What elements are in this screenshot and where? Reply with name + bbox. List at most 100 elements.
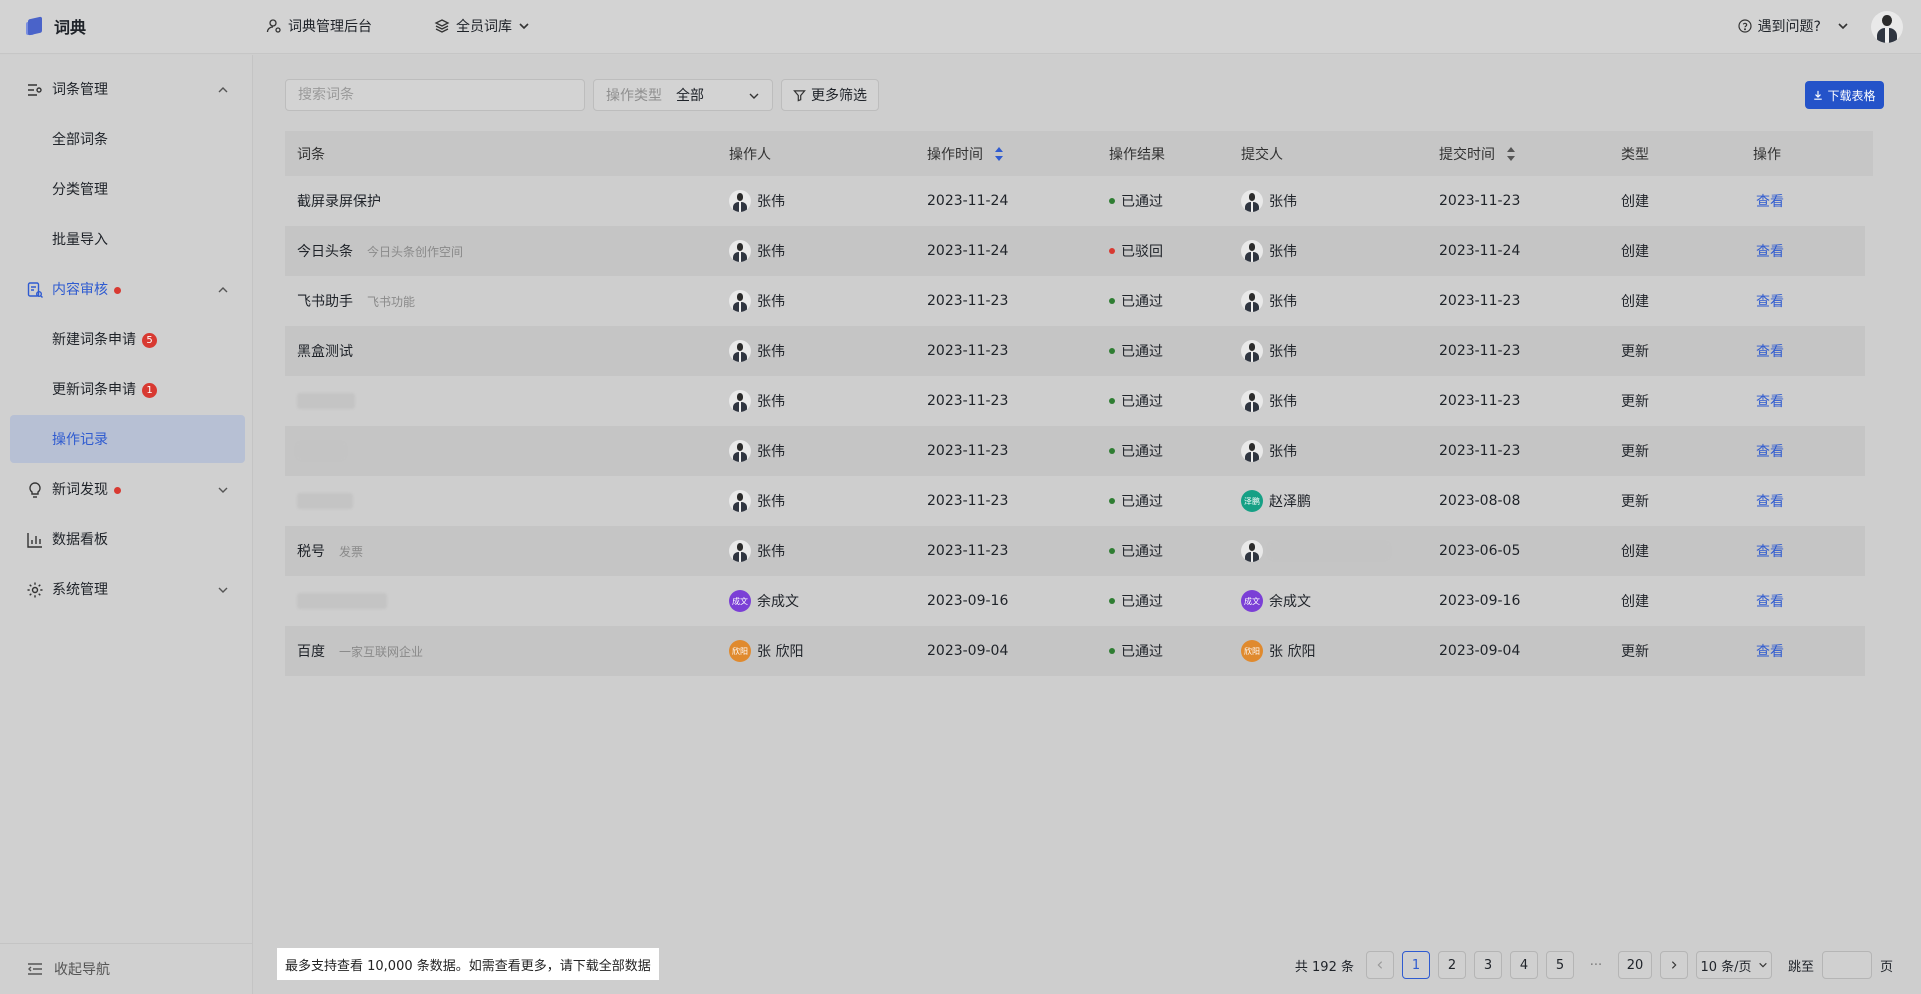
more-filters-button[interactable]: 更多筛选 xyxy=(781,79,879,111)
view-link[interactable]: 查看 xyxy=(1756,641,1784,661)
page-ellipsis[interactable]: ··· xyxy=(1582,951,1610,979)
data-limit-note: 最多支持查看 10,000 条数据。如需查看更多，请下载全部数据 xyxy=(277,948,659,980)
table-row[interactable]: 成文 余成文 2023-09-16 已通过 成文 余成文 2023-09-16 创建 查看 xyxy=(285,576,1865,626)
term-desc: 发票 xyxy=(339,544,364,559)
operator-cell: 成文 余成文 xyxy=(729,590,799,612)
sidebar-group-entries[interactable]: 词条管理 xyxy=(10,65,245,113)
avatar xyxy=(729,240,751,262)
sidebar-group-label: 新词发现 xyxy=(52,479,121,499)
submit-time-cell: 2023-11-23 xyxy=(1439,293,1521,309)
nav-library-dropdown[interactable]: 全员词库 xyxy=(434,16,530,36)
status-text: 已通过 xyxy=(1121,294,1163,310)
view-link[interactable]: 查看 xyxy=(1756,541,1784,561)
operator-cell-name: 张伟 xyxy=(757,444,785,460)
submit-time-cell: 2023-11-23 xyxy=(1439,393,1521,409)
operator-cell-name: 张伟 xyxy=(757,244,785,260)
page-size-select[interactable]: 10 条/页 xyxy=(1695,951,1772,979)
table-row[interactable]: 截屏录屏保护 张伟 2023-11-24 已通过 张伟 2023-11-23 创建 查看 xyxy=(285,176,1865,226)
page-button-2[interactable]: 2 xyxy=(1437,951,1466,979)
sidebar-item-operation-log[interactable]: 操作记录 xyxy=(10,415,245,463)
operation-type-select[interactable]: 操作类型 全部 xyxy=(593,79,773,111)
col-operator: 操作人 xyxy=(729,146,771,163)
view-link[interactable]: 查看 xyxy=(1756,441,1784,461)
sidebar-item-dashboard[interactable]: 数据看板 xyxy=(10,515,245,563)
gear-icon xyxy=(27,582,43,598)
view-link[interactable]: 查看 xyxy=(1756,241,1784,261)
type-cell: 更新 xyxy=(1621,394,1649,410)
status-text: 已通过 xyxy=(1121,494,1163,510)
user-avatar[interactable] xyxy=(1871,11,1903,43)
sort-icon[interactable] xyxy=(1507,146,1515,161)
avatar xyxy=(1241,240,1263,262)
page-button-last[interactable]: 20 xyxy=(1617,951,1652,979)
sidebar-group-new-words[interactable]: 新词发现 xyxy=(10,465,245,513)
view-link[interactable]: 查看 xyxy=(1756,591,1784,611)
submit-time-cell: 2023-11-24 xyxy=(1439,243,1521,259)
view-link[interactable]: 查看 xyxy=(1756,291,1784,311)
sort-icon[interactable] xyxy=(995,146,1003,161)
page-button-1[interactable]: 1 xyxy=(1401,951,1430,979)
sidebar-item-categories[interactable]: 分类管理 xyxy=(10,165,245,213)
review-doc-icon xyxy=(27,282,43,298)
view-link[interactable]: 查看 xyxy=(1756,341,1784,361)
status-dot xyxy=(1109,598,1115,604)
status-dot xyxy=(1109,548,1115,554)
sidebar-group-label: 内容审核 xyxy=(52,279,121,299)
op-time-cell: 2023-09-16 xyxy=(927,593,1009,609)
table-row[interactable]: 黑盒测试 张伟 2023-11-23 已通过 张伟 2023-11-23 更新 查看 xyxy=(285,326,1865,376)
prev-page-button[interactable] xyxy=(1365,951,1394,979)
page-button-5[interactable]: 5 xyxy=(1545,951,1574,979)
submit-time-cell: 2023-11-23 xyxy=(1439,343,1521,359)
sidebar-item-update-requests[interactable]: 更新词条申请 1 xyxy=(10,365,245,413)
term-name: 税号 xyxy=(297,544,325,560)
avatar xyxy=(1241,340,1263,362)
search-input[interactable] xyxy=(285,79,585,111)
page-button-4[interactable]: 4 xyxy=(1509,951,1538,979)
operator-cell: 张伟 xyxy=(729,490,785,512)
help-dropdown[interactable]: 遇到问题? xyxy=(1737,16,1849,36)
collapse-nav-button[interactable]: 收起导航 xyxy=(26,959,110,979)
download-table-button[interactable]: 下载表格 xyxy=(1805,81,1884,109)
sidebar-item-all-entries[interactable]: 全部词条 xyxy=(10,115,245,163)
table-row[interactable]: 张伟 2023-11-23 已通过 张伟 2023-11-23 更新 查看 xyxy=(285,426,1865,476)
submit-time-cell: 2023-08-08 xyxy=(1439,493,1521,509)
avatar: 成文 xyxy=(729,590,751,612)
view-link[interactable]: 查看 xyxy=(1756,491,1784,511)
page-button-3[interactable]: 3 xyxy=(1473,951,1502,979)
table-row[interactable]: 百度 一家互联网企业 欣阳张 欣阳 2023-09-04 已通过 欣阳张 欣阳 2023-0… xyxy=(285,626,1865,676)
sidebar-group-system[interactable]: 系统管理 xyxy=(10,565,245,613)
nav-admin[interactable]: 词典管理后台 xyxy=(266,16,372,36)
view-link[interactable]: 查看 xyxy=(1756,391,1784,411)
jump-page-input[interactable] xyxy=(1821,951,1872,979)
submitter-cell: 泽鹏 赵泽鹏 xyxy=(1241,490,1311,512)
sidebar: 词条管理 全部词条 分类管理 批量导入 内容审核 新建词条申请 5 更新词条申请 1… xyxy=(0,55,253,994)
next-page-button[interactable] xyxy=(1659,951,1688,979)
term-cell xyxy=(297,593,387,609)
sidebar-item-batch-import[interactable]: 批量导入 xyxy=(10,215,245,263)
col-action: 操作 xyxy=(1753,146,1781,163)
app-logo[interactable]: 词典 xyxy=(26,14,86,38)
table-row[interactable]: 张伟 2023-11-23 已通过 张伟 2023-11-23 更新 查看 xyxy=(285,376,1865,426)
col-op-time[interactable]: 操作时间 xyxy=(927,144,1003,164)
term-cell: 黑盒测试 xyxy=(297,341,353,361)
view-link[interactable]: 查看 xyxy=(1756,191,1784,211)
table-row[interactable]: 飞书助手 飞书功能 张伟 2023-11-23 已通过 张伟 2023-11-23 创建 查看 xyxy=(285,276,1865,326)
table-row[interactable]: 今日头条 今日头条创作空间 张伟 2023-11-24 已驳回 张伟 2023-11-24 创… xyxy=(285,226,1865,276)
sidebar-group-review[interactable]: 内容审核 xyxy=(10,265,245,313)
operator-cell-name: 张伟 xyxy=(757,494,785,510)
col-submit-time[interactable]: 提交时间 xyxy=(1439,144,1515,164)
op-time-cell: 2023-11-23 xyxy=(927,393,1009,409)
pagination: 共 192 条 1 2 3 4 5 ··· 20 10 条/页 跳至 页 xyxy=(1295,951,1893,979)
sidebar-group-label: 系统管理 xyxy=(52,582,108,598)
table-row[interactable]: 张伟 2023-11-23 已通过 泽鹏 赵泽鹏 2023-08-08 更新 查看 xyxy=(285,476,1865,526)
table-row[interactable]: 税号 发票 张伟 2023-11-23 已通过 2023-06-05 创建 查看 xyxy=(285,526,1865,576)
term-desc: 飞书功能 xyxy=(367,294,416,309)
sidebar-item-new-requests[interactable]: 新建词条申请 5 xyxy=(10,315,245,363)
operator-cell: 张伟 xyxy=(729,540,785,562)
term-desc: 今日头条创作空间 xyxy=(367,244,464,259)
avatar xyxy=(729,490,751,512)
dictionary-logo-icon xyxy=(26,16,46,36)
operator-cell: 张伟 xyxy=(729,440,785,462)
select-label: 操作类型 xyxy=(606,88,662,104)
sidebar-item-label: 操作记录 xyxy=(52,432,108,448)
